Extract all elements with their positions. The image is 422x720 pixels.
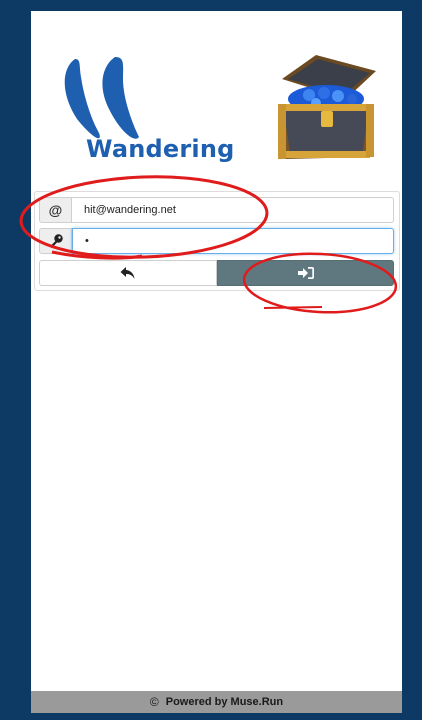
back-button[interactable] <box>39 260 217 286</box>
treasure-chest-icon <box>278 55 376 159</box>
login-button[interactable] <box>217 260 394 286</box>
password-row <box>39 228 394 254</box>
email-field[interactable] <box>72 197 394 223</box>
at-sign-icon: @ <box>39 197 72 223</box>
password-field[interactable] <box>72 228 394 254</box>
footer: © Powered by Muse.Run <box>31 691 402 713</box>
brand-name: Wandering <box>86 135 235 163</box>
feather-logo-icon <box>64 57 139 139</box>
email-row: @ <box>39 197 394 223</box>
copyright-icon: © <box>149 695 159 709</box>
powered-by-text: Powered by Muse.Run <box>165 696 284 708</box>
login-form: @ <box>34 191 400 291</box>
key-icon <box>39 228 72 254</box>
sign-in-icon <box>297 267 314 279</box>
reply-icon <box>120 267 135 279</box>
login-page: Wandering @ hit@wandering.net © Powered … <box>31 11 402 713</box>
